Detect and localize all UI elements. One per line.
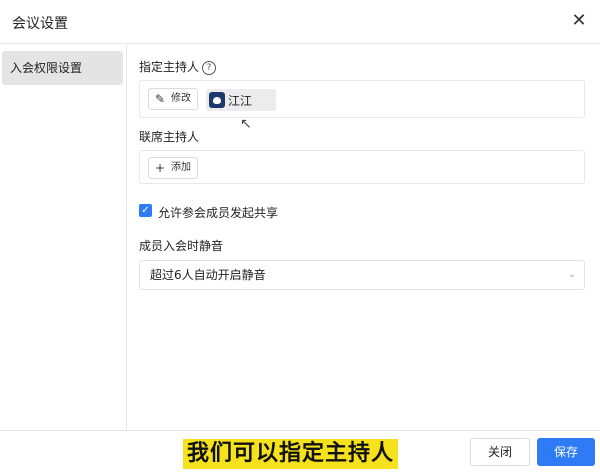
save-button[interactable]: 保存: [537, 438, 595, 466]
mute-select-value: 超过6人自动开启静音: [150, 268, 266, 282]
mouse-cursor-icon: ↖: [240, 116, 252, 132]
add-cohost-button[interactable]: + 添加: [148, 157, 198, 179]
edit-host-button[interactable]: ✎ 修改: [148, 88, 198, 110]
mute-label: 成员入会时静音: [139, 239, 224, 253]
close-button[interactable]: 关闭: [470, 438, 530, 466]
cohost-label: 联席主持人: [139, 130, 200, 144]
host-name: 江江: [228, 94, 253, 108]
settings-panel: 指定主持人? ✎ 修改 江江 联席主持人 + 添加 ✓ 允许参会成员发起共享 成…: [127, 44, 600, 430]
help-icon[interactable]: ?: [202, 60, 217, 75]
share-checkbox[interactable]: ✓: [139, 204, 152, 217]
chevron-down-icon: ⌄: [567, 269, 576, 280]
dialog-title: 会议设置: [12, 16, 68, 32]
host-field: ✎ 修改 江江: [139, 80, 585, 118]
pencil-icon: ✎: [155, 92, 166, 106]
host-section-label: 指定主持人?: [139, 58, 217, 75]
close-icon[interactable]: ✕: [568, 10, 590, 32]
host-label: 指定主持人: [139, 60, 200, 74]
avatar: [209, 92, 225, 108]
video-caption: 我们可以指定主持人: [183, 439, 399, 469]
dialog-footer: 我们可以指定主持人 关闭 保存: [0, 430, 600, 474]
sidebar-item-join-permissions[interactable]: 入会权限设置: [2, 51, 123, 85]
add-cohost-label: 添加: [171, 162, 191, 173]
share-label: 允许参会成员发起共享: [158, 206, 279, 220]
sidebar: 入会权限设置: [0, 44, 127, 430]
cohost-field: + 添加: [139, 150, 585, 184]
plus-icon: +: [155, 161, 166, 175]
mute-select[interactable]: 超过6人自动开启静音 ⌄: [139, 260, 585, 290]
dialog-titlebar: 会议设置 ✕: [0, 0, 600, 44]
host-chip: 江江: [206, 89, 276, 111]
edit-host-label: 修改: [171, 93, 191, 104]
meeting-settings-dialog: 会议设置 ✕ 入会权限设置 指定主持人? ✎ 修改 江江 联席主持人 + 添加: [0, 0, 600, 474]
